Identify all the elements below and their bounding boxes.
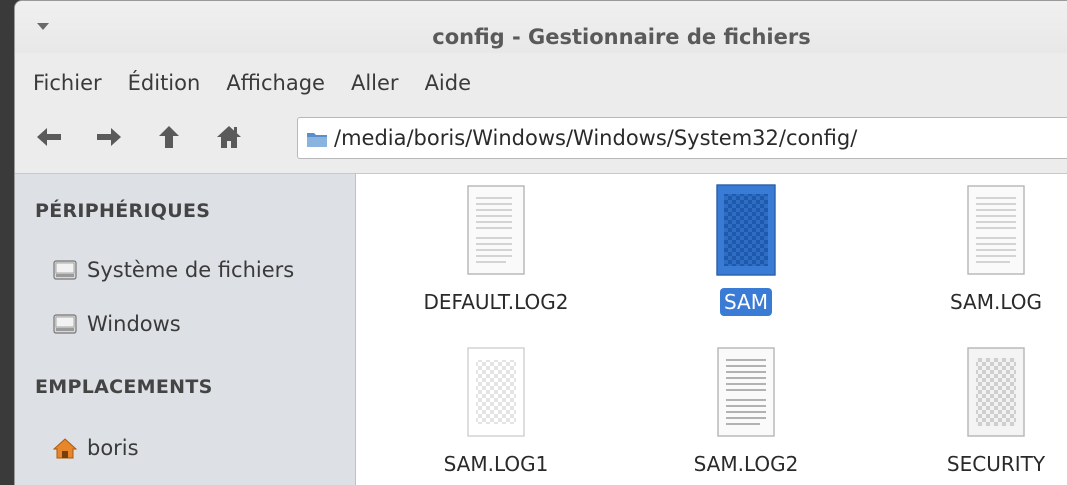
toolbar: /media/boris/Windows/Windows/System32/co…	[15, 109, 1067, 163]
file-item-selected[interactable]: SAM	[636, 184, 856, 316]
sidebar-item-windows[interactable]: Windows	[53, 312, 181, 336]
file-item[interactable]: DEFAULT.LOG2	[386, 184, 606, 316]
home-icon	[52, 437, 78, 459]
folder-icon	[306, 130, 327, 147]
up-arrow-icon	[159, 126, 179, 148]
location-bar[interactable]: /media/boris/Windows/Windows/System32/co…	[297, 117, 1067, 159]
binary-file-icon	[467, 347, 525, 437]
binary-file-icon	[967, 347, 1025, 437]
title-bar: config - Gestionnaire de fichiers	[15, 1, 1067, 53]
text-document-icon	[967, 185, 1025, 275]
drive-icon	[53, 313, 77, 335]
file-item[interactable]: SAM.LOG1	[386, 346, 606, 478]
menu-bar: Fichier Édition Affichage Aller Aide	[15, 63, 1067, 103]
window-title: config - Gestionnaire de fichiers	[432, 25, 811, 49]
home-button[interactable]	[207, 117, 251, 157]
binary-file-icon	[716, 184, 776, 276]
sidebar-item-filesystem[interactable]: Système de fichiers	[53, 258, 294, 282]
file-name: SAM.LOG2	[693, 452, 799, 476]
file-name: SAM	[719, 288, 772, 316]
back-button[interactable]	[27, 117, 71, 157]
forward-arrow-icon	[97, 128, 121, 146]
sidebar: PÉRIPHÉRIQUES Système de fichiers Window…	[15, 173, 356, 485]
menu-aide[interactable]: Aide	[417, 71, 479, 95]
file-item[interactable]: SECURITY	[886, 346, 1067, 478]
drive-icon	[53, 259, 77, 281]
text-document-icon	[717, 347, 775, 437]
file-name: SECURITY	[946, 452, 1046, 476]
home-icon	[217, 126, 241, 148]
menu-fichier[interactable]: Fichier	[25, 71, 110, 95]
file-view: DEFAULT.LOG2 SAM SAM.LOG SAM.LOG1 SAM.LO…	[356, 173, 1067, 485]
up-button[interactable]	[147, 117, 191, 157]
location-path: /media/boris/Windows/Windows/System32/co…	[334, 126, 858, 150]
forward-button[interactable]	[87, 117, 131, 157]
sidebar-item-boris[interactable]: boris	[52, 436, 139, 460]
sidebar-header-places: EMPLACEMENTS	[35, 376, 213, 398]
file-item[interactable]: SAM.LOG2	[636, 346, 856, 478]
menu-aller[interactable]: Aller	[343, 71, 407, 95]
sidebar-item-label: Système de fichiers	[87, 258, 295, 282]
sidebar-item-label: boris	[87, 436, 139, 460]
back-arrow-icon	[37, 128, 61, 146]
sidebar-header-devices: PÉRIPHÉRIQUES	[35, 200, 211, 222]
file-name: SAM.LOG	[949, 290, 1043, 314]
file-item[interactable]: SAM.LOG	[886, 184, 1067, 316]
text-document-icon	[467, 185, 525, 275]
menu-affichage[interactable]: Affichage	[218, 71, 333, 95]
file-name: DEFAULT.LOG2	[423, 290, 569, 314]
menu-edition[interactable]: Édition	[120, 71, 209, 95]
file-manager-window: config - Gestionnaire de fichiers Fichie…	[14, 0, 1067, 485]
file-name: SAM.LOG1	[443, 452, 549, 476]
sidebar-item-label: Windows	[87, 312, 181, 336]
